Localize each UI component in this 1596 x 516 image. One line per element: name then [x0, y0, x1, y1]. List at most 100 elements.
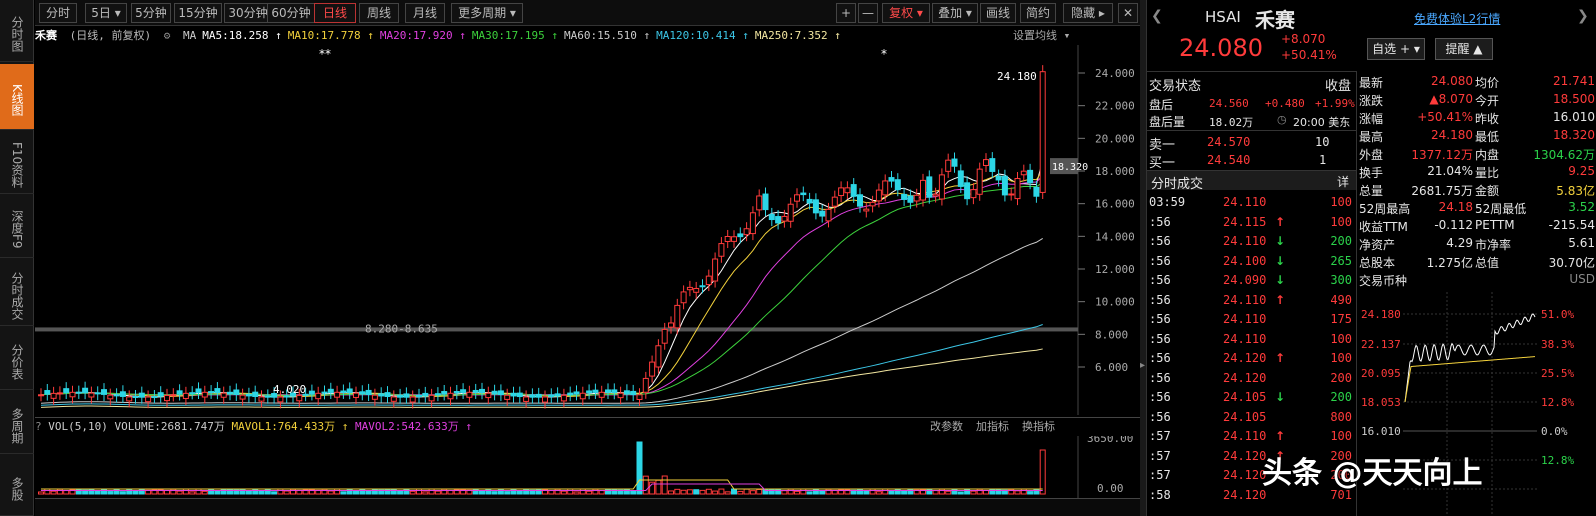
volume-bar [951, 488, 958, 495]
volume-bar [749, 490, 756, 495]
volume-bar [806, 491, 813, 495]
stat-value: -215.54 [1548, 218, 1595, 232]
tick-row: :56 24.100 ↓ 265 [1147, 252, 1356, 271]
sidebar-item-multi-stock[interactable]: 多股 [0, 456, 34, 516]
tab-15min[interactable]: 15分钟 [174, 3, 222, 23]
watchlist-button[interactable]: 自选 + ▾ [1367, 38, 1425, 60]
sidebar-item-multi-period[interactable]: 多周期 [0, 392, 34, 454]
sidebar-item-price-table[interactable]: 分价表 [0, 328, 34, 390]
stat-value: +50.41% [1417, 110, 1473, 124]
mavol1-line [41, 479, 1043, 490]
adjust-button[interactable]: 复权 ▾ [882, 3, 930, 23]
simple-button[interactable]: 简约 [1020, 3, 1056, 23]
tab-weekly[interactable]: 周线 [359, 3, 399, 23]
volume-bar [334, 488, 341, 495]
stat-label: 总股本 [1359, 256, 1396, 270]
tick-row: :56 24.090 ↓ 300 [1147, 271, 1356, 290]
hide-button[interactable]: 隐藏 ▸ [1063, 3, 1113, 23]
k-y-tick: 6.000 [1095, 361, 1128, 374]
volume-bar [573, 491, 580, 495]
volume-bar [113, 488, 120, 495]
candle [252, 391, 259, 397]
ma-settings-link[interactable]: 设置均线 ▾ [1013, 27, 1070, 43]
ma-item-7: MA250:7.352 ↑ [754, 29, 841, 42]
volume-bar [119, 491, 126, 495]
candle [642, 377, 649, 393]
sidebar-item-ticks[interactable]: 分时成交 [0, 260, 34, 326]
draw-button[interactable]: 画线 [980, 3, 1016, 23]
tab-timeshare[interactable]: 分时 [39, 3, 77, 23]
volume-bar [548, 489, 555, 495]
ma-line-250 [40, 348, 1043, 408]
tick-time: :57 [1149, 468, 1171, 482]
tab-5min[interactable]: 5分钟 [131, 3, 171, 23]
tick-time: 03:59 [1149, 195, 1186, 209]
ma-gear-icon[interactable]: ⚙ [164, 29, 171, 42]
candle [686, 286, 693, 291]
sidebar-item-timeshare[interactable]: 分时图 [0, 0, 34, 62]
zoom-in-button[interactable]: + [836, 3, 856, 23]
next-stock-icon[interactable]: ❯ [1577, 8, 1589, 24]
candle [233, 389, 240, 395]
volume-bar [271, 491, 278, 495]
volume-chart[interactable]: 3650.00 0.00 [35, 436, 1140, 498]
candle [1008, 193, 1015, 196]
tick-time: :56 [1149, 253, 1171, 268]
change-params-link[interactable]: 改参数 [930, 418, 963, 434]
stat-value: 24.18 [1438, 200, 1473, 214]
volume-bar [668, 490, 674, 495]
prev-stock-icon[interactable]: ❮ [1151, 8, 1163, 24]
volume-help-icon[interactable]: ? [35, 420, 42, 433]
range-annotation: 8.280-8.635 [365, 323, 438, 336]
sidebar-item-kline[interactable]: K线图 [0, 64, 34, 130]
stat-row: 换手 21.04% 量比 9.25 [1359, 164, 1596, 182]
candle [863, 208, 870, 212]
stat-label: 涨跌 [1359, 94, 1384, 108]
candle [182, 392, 189, 400]
volume-bar [976, 488, 983, 495]
tick-price: 24.120 [1223, 487, 1267, 502]
tab-60min[interactable]: 60分钟 [267, 3, 315, 23]
add-indicator-link[interactable]: 加指标 [976, 418, 1009, 434]
candle [227, 391, 233, 395]
collapse-arrow-icon[interactable]: ▸ [1140, 360, 1145, 371]
candle [359, 391, 366, 395]
candle [397, 394, 404, 398]
ticks-detail-button[interactable]: 详 [1337, 173, 1349, 190]
volume-bar [485, 488, 492, 495]
tab-5day[interactable]: 5日 ▾ [85, 3, 127, 23]
tab-monthly[interactable]: 月线 [405, 3, 445, 23]
zoom-out-button[interactable]: — [858, 3, 878, 23]
tick-time: :56 [1149, 390, 1171, 404]
ticks-title: 分时成交 [1151, 177, 1204, 192]
candle [762, 193, 769, 211]
k-y-tick: 18.000 [1095, 165, 1135, 178]
event-mark: ** [319, 47, 331, 61]
change-indicator-link[interactable]: 换指标 [1022, 418, 1055, 434]
candle [340, 390, 347, 393]
candle [926, 176, 933, 198]
candle [529, 394, 536, 398]
tick-price: 24.120 [1223, 370, 1267, 385]
l2-trial-link[interactable]: 免费体验L2行情 [1414, 10, 1500, 27]
overlay-button[interactable]: 叠加 ▾ [932, 3, 978, 23]
candle [951, 158, 958, 167]
tab-30min[interactable]: 30分钟 [224, 3, 272, 23]
close-icon[interactable]: ✕ [1118, 3, 1138, 23]
volume-bar [592, 488, 599, 495]
tick-price: 24.110 [1223, 331, 1267, 346]
sidebar-item-f10[interactable]: F10资料 [0, 132, 34, 194]
candle [277, 396, 284, 403]
tab-daily[interactable]: 日线 [314, 3, 356, 23]
tab-more-periods[interactable]: 更多周期 ▾ [451, 3, 523, 23]
alert-button[interactable]: 提醒 ▲ [1435, 38, 1493, 60]
candle [157, 392, 164, 397]
candle [409, 396, 416, 403]
sidebar-item-depth[interactable]: 深度F9 [0, 196, 34, 258]
kline-chart[interactable]: 24.000 22.000 20.000 18.000 16.000 14.000 12.0… [35, 45, 1140, 415]
volume-header: VOL(5,10) VOLUME:2681.747万 [48, 420, 225, 433]
candle [875, 189, 882, 202]
candle [453, 391, 460, 394]
volume-bar [497, 488, 504, 495]
tick-row: :56 24.120 200 [1147, 369, 1356, 388]
